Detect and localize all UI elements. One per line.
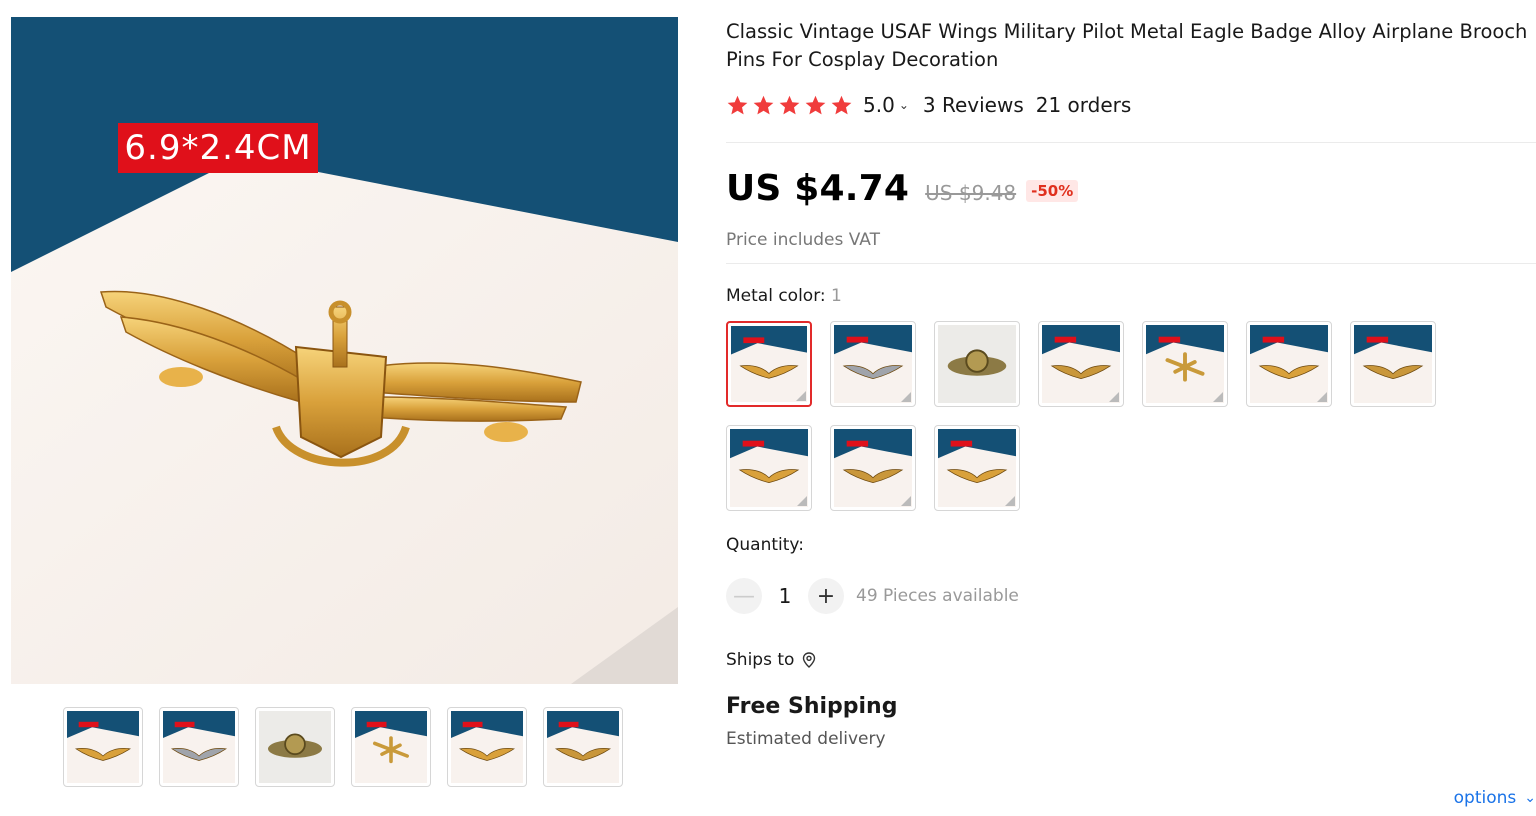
divider	[726, 142, 1536, 143]
gallery-thumb[interactable]	[159, 707, 239, 787]
gallery-thumb[interactable]	[63, 707, 143, 787]
variant-label-text: Metal color:	[726, 286, 826, 306]
decrement-button[interactable]: —	[726, 578, 762, 614]
divider	[726, 263, 1536, 264]
variant-selected-value: 1	[831, 286, 842, 306]
variant-swatch-10[interactable]	[934, 425, 1020, 511]
variant-label: Metal color: 1	[726, 286, 842, 306]
free-shipping: Free Shipping	[726, 694, 898, 719]
corner-mark	[901, 496, 911, 506]
corner-mark	[1005, 496, 1015, 506]
corner-mark	[1109, 392, 1119, 402]
increment-button[interactable]: +	[808, 578, 844, 614]
variant-swatch-1[interactable]	[726, 321, 812, 407]
star-icon	[727, 95, 748, 114]
quantity-label: Quantity:	[726, 535, 804, 555]
rating-value[interactable]: 5.0	[863, 93, 895, 117]
discount-badge: -50%	[1026, 180, 1079, 202]
corner-mark	[1213, 392, 1223, 402]
variant-swatch-8[interactable]	[726, 425, 812, 511]
original-price: US $9.48	[925, 181, 1017, 205]
options-label: options	[1453, 788, 1517, 808]
gallery-thumb[interactable]	[447, 707, 527, 787]
thumb-image	[355, 711, 427, 783]
orders-count: 21 orders	[1035, 93, 1132, 117]
star-icon	[779, 95, 800, 114]
thumb-image	[547, 711, 619, 783]
estimated-delivery: Estimated delivery	[726, 729, 886, 749]
variant-swatch-5[interactable]	[1142, 321, 1228, 407]
star-rating	[726, 94, 853, 117]
thumb-image	[67, 711, 139, 783]
product-title: Classic Vintage USAF Wings Military Pilo…	[726, 20, 1528, 71]
ships-to-label: Ships to	[726, 650, 795, 670]
current-price: US $4.74	[726, 168, 910, 209]
variant-swatch-9[interactable]	[830, 425, 916, 511]
quantity-stepper: — 1 + 49 Pieces available	[726, 578, 1019, 614]
options-link[interactable]: options ⌄	[1454, 788, 1536, 808]
product-photo-illustration	[11, 17, 678, 684]
star-icon	[753, 95, 774, 114]
thumb-image	[451, 711, 523, 783]
star-icon	[805, 95, 826, 114]
variant-swatch-6[interactable]	[1246, 321, 1332, 407]
availability-text: 49 Pieces available	[856, 586, 1019, 606]
quantity-value[interactable]: 1	[762, 584, 808, 608]
corner-mark	[796, 391, 806, 401]
variant-swatch-7[interactable]	[1350, 321, 1436, 407]
thumb-image	[163, 711, 235, 783]
variant-swatch-3[interactable]	[934, 321, 1020, 407]
main-product-image[interactable]: 6.9*2.4CM	[11, 17, 678, 684]
gallery-thumb[interactable]	[351, 707, 431, 787]
vat-note: Price includes VAT	[726, 230, 880, 250]
swatch-image	[1354, 325, 1432, 403]
ships-to[interactable]: Ships to	[726, 650, 816, 670]
chevron-down-icon[interactable]: ⌄	[899, 98, 909, 112]
price-row: US $4.74 US $9.48 -50%	[726, 168, 1079, 209]
corner-mark	[797, 496, 807, 506]
rating-row: 5.0 ⌄ 3 Reviews 21 orders	[726, 90, 1131, 120]
gallery-thumbnails	[63, 707, 623, 787]
corner-mark	[901, 392, 911, 402]
variant-swatches	[726, 321, 1446, 511]
gallery-thumb[interactable]	[543, 707, 623, 787]
thumb-image	[259, 711, 331, 783]
size-label: 6.9*2.4CM	[118, 123, 318, 173]
gallery-thumb[interactable]	[255, 707, 335, 787]
location-pin-icon	[803, 652, 816, 668]
corner-mark	[1317, 392, 1327, 402]
chevron-down-icon: ⌄	[1524, 790, 1536, 806]
reviews-link[interactable]: 3 Reviews	[923, 93, 1024, 117]
variant-swatch-2[interactable]	[830, 321, 916, 407]
variant-swatch-4[interactable]	[1038, 321, 1124, 407]
swatch-image	[938, 325, 1016, 403]
star-icon	[831, 95, 852, 114]
